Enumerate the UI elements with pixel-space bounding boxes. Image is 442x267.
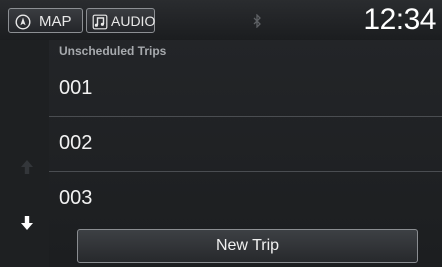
scroll-down-arrow-icon[interactable] <box>20 215 34 236</box>
list-item[interactable]: 002 <box>49 117 442 172</box>
status-bar: MAP AUDIO 12:34 <box>0 0 442 40</box>
list-item[interactable]: 001 <box>49 62 442 117</box>
scroll-rail <box>0 40 49 267</box>
list-item-label: 002 <box>59 132 93 154</box>
map-button-label: MAP <box>39 13 72 30</box>
navigation-compass-icon <box>15 13 31 38</box>
audio-button-label: AUDIO <box>111 13 156 29</box>
clock: 12:34 <box>363 3 436 36</box>
list-item-label: 001 <box>59 77 93 99</box>
bluetooth-icon <box>252 13 262 33</box>
trip-screen: MAP AUDIO 12:34 Unscheduled Trips 001 00… <box>0 0 442 267</box>
scroll-up-arrow-icon[interactable] <box>20 159 34 180</box>
music-note-icon <box>92 13 108 38</box>
list-item-label: 003 <box>59 187 93 209</box>
new-trip-button[interactable]: New Trip <box>77 229 418 263</box>
map-button[interactable]: MAP <box>8 8 83 33</box>
list-header: Unscheduled Trips <box>59 44 167 58</box>
list-item[interactable]: 003 <box>49 172 442 227</box>
audio-button[interactable]: AUDIO <box>86 8 155 33</box>
trip-list: Unscheduled Trips 001 002 003 New Trip <box>49 40 442 267</box>
